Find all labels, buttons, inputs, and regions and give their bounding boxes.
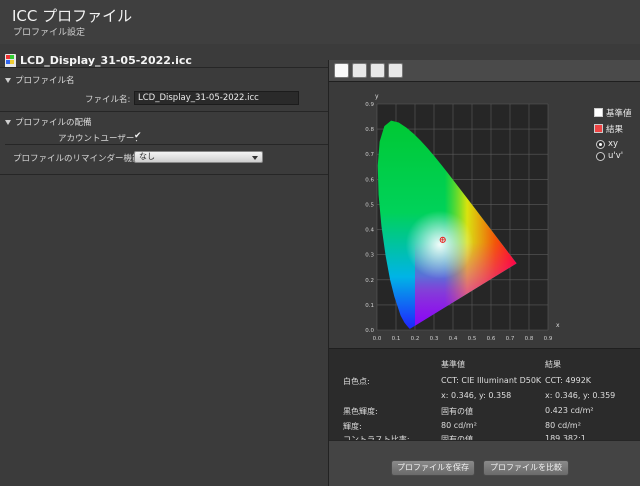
row-label: 白色点:	[343, 377, 370, 386]
save-profile-button[interactable]: プロファイルを保存	[391, 460, 475, 476]
profile-name: LCD_Display_31-05-2022.icc	[20, 54, 192, 67]
divider	[0, 67, 328, 68]
tab-tone-curve-icon[interactable]	[370, 63, 385, 78]
chromaticity-plot: 0.0 0.1 0.2 0.3 0.4 0.5 0.6 0.7 0.8 0.9 0.0 0.1 0.2 0…	[329, 82, 640, 348]
x-tick-label: 0.0	[373, 336, 382, 342]
row-ref: 80 cd/m²	[441, 421, 477, 430]
y-tick-label: 0.9	[365, 102, 374, 108]
radio-xy-label: xy	[608, 139, 619, 149]
account-user-checkbox[interactable]: ✔	[134, 131, 142, 141]
section-profile-deploy[interactable]: プロファイルの配備	[5, 116, 92, 128]
row-ref: CCT: CIE Illuminant D50K	[441, 376, 542, 385]
disclosure-triangle-icon[interactable]	[5, 120, 11, 125]
y-tick-label: 0.2	[365, 278, 374, 284]
settings-panel: LCD_Display_31-05-2022.icc プロファイル名 ファイル名…	[0, 44, 328, 486]
result-swatch-icon	[594, 124, 603, 133]
icc-file-icon	[5, 54, 16, 68]
tab-gamut-3d-icon[interactable]	[352, 63, 367, 78]
tab-image-preview-icon[interactable]	[388, 63, 403, 78]
reference-swatch-icon	[594, 108, 603, 117]
x-tick-label: 0.2	[411, 336, 420, 342]
x-tick-label: 0.3	[430, 336, 439, 342]
x-tick-label: 0.4	[449, 336, 458, 342]
legend-result-label: 結果	[606, 125, 624, 135]
reminder-select[interactable]: なし	[134, 151, 263, 163]
radio-uv[interactable]: u'v'	[594, 150, 640, 162]
col-reference-header: 基準値	[441, 360, 465, 369]
chart-panel: 0.0 0.1 0.2 0.3 0.4 0.5 0.6 0.7 0.8 0.9 0.0 0.1 0.2 0…	[328, 60, 640, 486]
page-subtitle: プロファイル設定	[13, 28, 86, 38]
row-res: 80 cd/m²	[545, 421, 581, 430]
y-tick-label: 0.0	[365, 328, 374, 334]
radio-uv-label: u'v'	[608, 151, 624, 161]
row-res: 0.423 cd/m²	[545, 406, 594, 415]
section-profile-name[interactable]: プロファイル名	[5, 74, 75, 86]
x-tick-label: 0.5	[468, 336, 477, 342]
row-label: 黒色輝度:	[343, 407, 378, 416]
y-tick-label: 0.8	[365, 127, 374, 133]
chevron-down-icon	[252, 156, 258, 160]
y-tick-label: 0.1	[365, 303, 374, 309]
x-tick-label: 0.6	[487, 336, 496, 342]
action-bar: プロファイルを保存 プロファイルを比較	[329, 440, 640, 486]
y-tick-label: 0.5	[365, 202, 374, 208]
row-ref: 固有の値	[441, 407, 473, 416]
y-tick-label: 0.6	[365, 177, 374, 183]
row-res: CCT: 4992K	[545, 376, 592, 385]
legend-result[interactable]: 結果	[594, 122, 640, 138]
compare-profile-button[interactable]: プロファイルを比較	[483, 460, 569, 476]
row-ref: x: 0.346, y: 0.358	[441, 391, 512, 400]
x-tick-label: 0.7	[506, 336, 515, 342]
filename-input[interactable]: LCD_Display_31-05-2022.icc	[134, 91, 299, 105]
reminder-label: プロファイルのリマインダー機能	[13, 154, 141, 164]
account-user-label: アカウントユーザー：	[58, 134, 143, 144]
reminder-selected-value: なし	[139, 152, 155, 161]
x-tick-label: 0.9	[544, 336, 553, 342]
y-tick-label: 0.3	[365, 253, 374, 259]
row-res: x: 0.346, y: 0.359	[545, 391, 616, 400]
row-label: 輝度:	[343, 422, 362, 431]
filename-label: ファイル名:	[85, 95, 131, 105]
y-tick-label: 0.7	[365, 152, 374, 158]
x-tick-label: 0.1	[392, 336, 401, 342]
white-point-marker	[439, 236, 446, 243]
page-title: ICC プロファイル	[12, 7, 133, 25]
legend-reference-label: 基準値	[606, 109, 632, 119]
radio-xy[interactable]: xy	[594, 138, 640, 150]
x-axis-label: x	[556, 322, 560, 329]
divider	[5, 144, 328, 145]
header: ICC プロファイル プロファイル設定	[0, 0, 640, 44]
x-tick-label: 0.8	[525, 336, 534, 342]
results-table: 基準値 結果 白色点: CCT: CIE Illuminant D50K CCT…	[329, 348, 640, 444]
radio-icon[interactable]	[596, 152, 605, 161]
col-result-header: 結果	[545, 360, 561, 369]
legend-reference[interactable]: 基準値	[594, 106, 640, 122]
plot-legend: 基準値 結果 xy u'v'	[594, 106, 640, 162]
divider	[0, 174, 328, 175]
tab-gamut-2d-icon[interactable]	[334, 63, 349, 78]
view-tabs	[329, 60, 640, 82]
divider	[0, 111, 328, 112]
y-axis-label: y	[375, 93, 379, 100]
disclosure-triangle-icon[interactable]	[5, 78, 11, 83]
profile-header: LCD_Display_31-05-2022.icc	[0, 50, 328, 72]
radio-icon[interactable]	[596, 140, 605, 149]
y-tick-label: 0.4	[365, 228, 374, 234]
